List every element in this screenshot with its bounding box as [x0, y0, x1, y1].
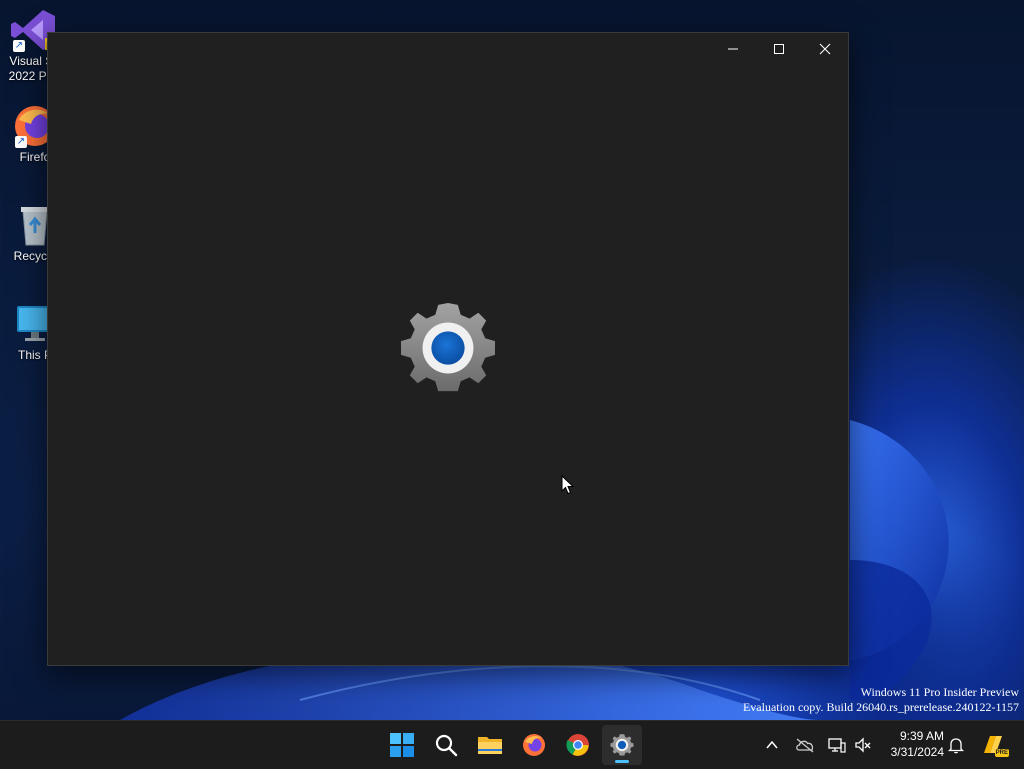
clock-button[interactable]: 9:39 AM 3/31/2024	[880, 728, 944, 760]
maximize-icon	[774, 44, 784, 54]
volume-tray-button[interactable]	[851, 733, 875, 757]
taskbar: 9:39 AM 3/31/2024 PRE	[0, 720, 1024, 769]
firefox-icon	[523, 734, 545, 756]
close-icon	[819, 43, 831, 55]
settings-gear-icon	[401, 302, 495, 392]
show-hidden-icons-button[interactable]	[760, 733, 784, 757]
shortcut-arrow-icon: ↗	[15, 136, 27, 148]
volume-muted-icon	[855, 737, 871, 753]
start-button[interactable]	[382, 725, 422, 765]
close-button[interactable]	[802, 33, 848, 65]
mouse-cursor-icon	[561, 475, 575, 495]
clock-time: 9:39 AM	[899, 729, 944, 743]
folder-icon	[478, 737, 502, 754]
bell-icon	[948, 738, 964, 754]
watermark-edition: Windows 11 Pro Insider Preview	[860, 685, 1019, 699]
copilot-badge: PRE	[994, 749, 1009, 757]
shortcut-arrow-icon: ↗	[13, 40, 25, 52]
active-app-indicator	[615, 760, 629, 763]
watermark-build: Evaluation copy. Build 26040.rs_prerelea…	[742, 700, 1019, 714]
chrome-taskbar-button[interactable]	[558, 725, 598, 765]
search-button[interactable]	[426, 725, 466, 765]
chrome-icon	[566, 734, 589, 756]
notifications-button[interactable]	[944, 733, 968, 757]
windows-logo-icon	[390, 733, 414, 757]
network-tray-button[interactable]	[825, 733, 849, 757]
onedrive-offline-icon	[796, 738, 814, 753]
onedrive-tray-button[interactable]	[793, 733, 817, 757]
chevron-up-icon	[766, 740, 778, 749]
clock-date: 3/31/2024	[890, 745, 944, 759]
firefox-taskbar-button[interactable]	[514, 725, 554, 765]
evaluation-watermark: Windows 11 Pro Insider Preview Evaluatio…	[743, 685, 1019, 715]
search-icon	[435, 734, 458, 757]
settings-window[interactable]	[47, 32, 849, 666]
settings-gear-icon	[610, 733, 634, 756]
maximize-button[interactable]	[756, 33, 802, 65]
network-icon	[828, 738, 846, 753]
settings-taskbar-button[interactable]	[602, 725, 642, 765]
file-explorer-button[interactable]	[470, 725, 510, 765]
minimize-button[interactable]	[710, 33, 756, 65]
copilot-button[interactable]: PRE	[979, 733, 1009, 757]
minimize-icon	[728, 48, 738, 50]
